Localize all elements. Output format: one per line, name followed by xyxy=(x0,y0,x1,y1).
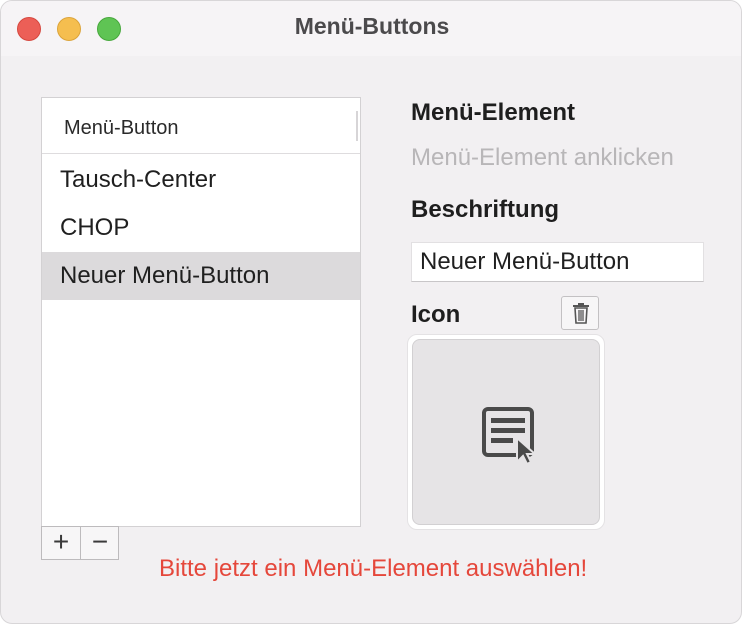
window-title: Menü-Buttons xyxy=(294,13,450,39)
menu-button-list: Menü-Button Tausch-Center CHOP Neuer Men… xyxy=(41,97,361,527)
list-item[interactable]: Tausch-Center xyxy=(42,156,360,204)
trash-icon xyxy=(573,303,589,324)
caption-heading: Beschriftung xyxy=(411,196,560,223)
menu-button-cursor-icon xyxy=(482,407,538,466)
list-header[interactable]: Menü-Button xyxy=(42,98,360,154)
titlebar: Menü-Buttons xyxy=(1,1,741,56)
column-separator[interactable] xyxy=(356,111,358,141)
remove-button[interactable]: − xyxy=(81,527,119,559)
icon-well[interactable] xyxy=(407,334,605,530)
delete-icon-button[interactable] xyxy=(561,296,599,330)
menu-element-hint: Menü-Element anklicken xyxy=(411,144,674,171)
list-rows: Tausch-Center CHOP Neuer Menü-Button xyxy=(42,156,360,300)
window: Menü-Buttons Menü-Button Tausch-Center C… xyxy=(0,0,742,624)
caption-field[interactable]: Neuer Menü-Button xyxy=(411,242,704,282)
icon-well-inner xyxy=(412,339,600,525)
list-header-label: Menü-Button xyxy=(64,117,179,139)
list-item[interactable]: CHOP xyxy=(42,204,360,252)
add-button[interactable]: + xyxy=(42,527,81,559)
menu-element-heading: Menü-Element xyxy=(411,99,576,126)
status-message: Bitte jetzt ein Menü-Element auswählen! xyxy=(159,555,588,582)
add-remove-control: + − xyxy=(41,526,119,560)
list-item-selected[interactable]: Neuer Menü-Button xyxy=(42,252,360,300)
icon-heading: Icon xyxy=(411,301,461,328)
